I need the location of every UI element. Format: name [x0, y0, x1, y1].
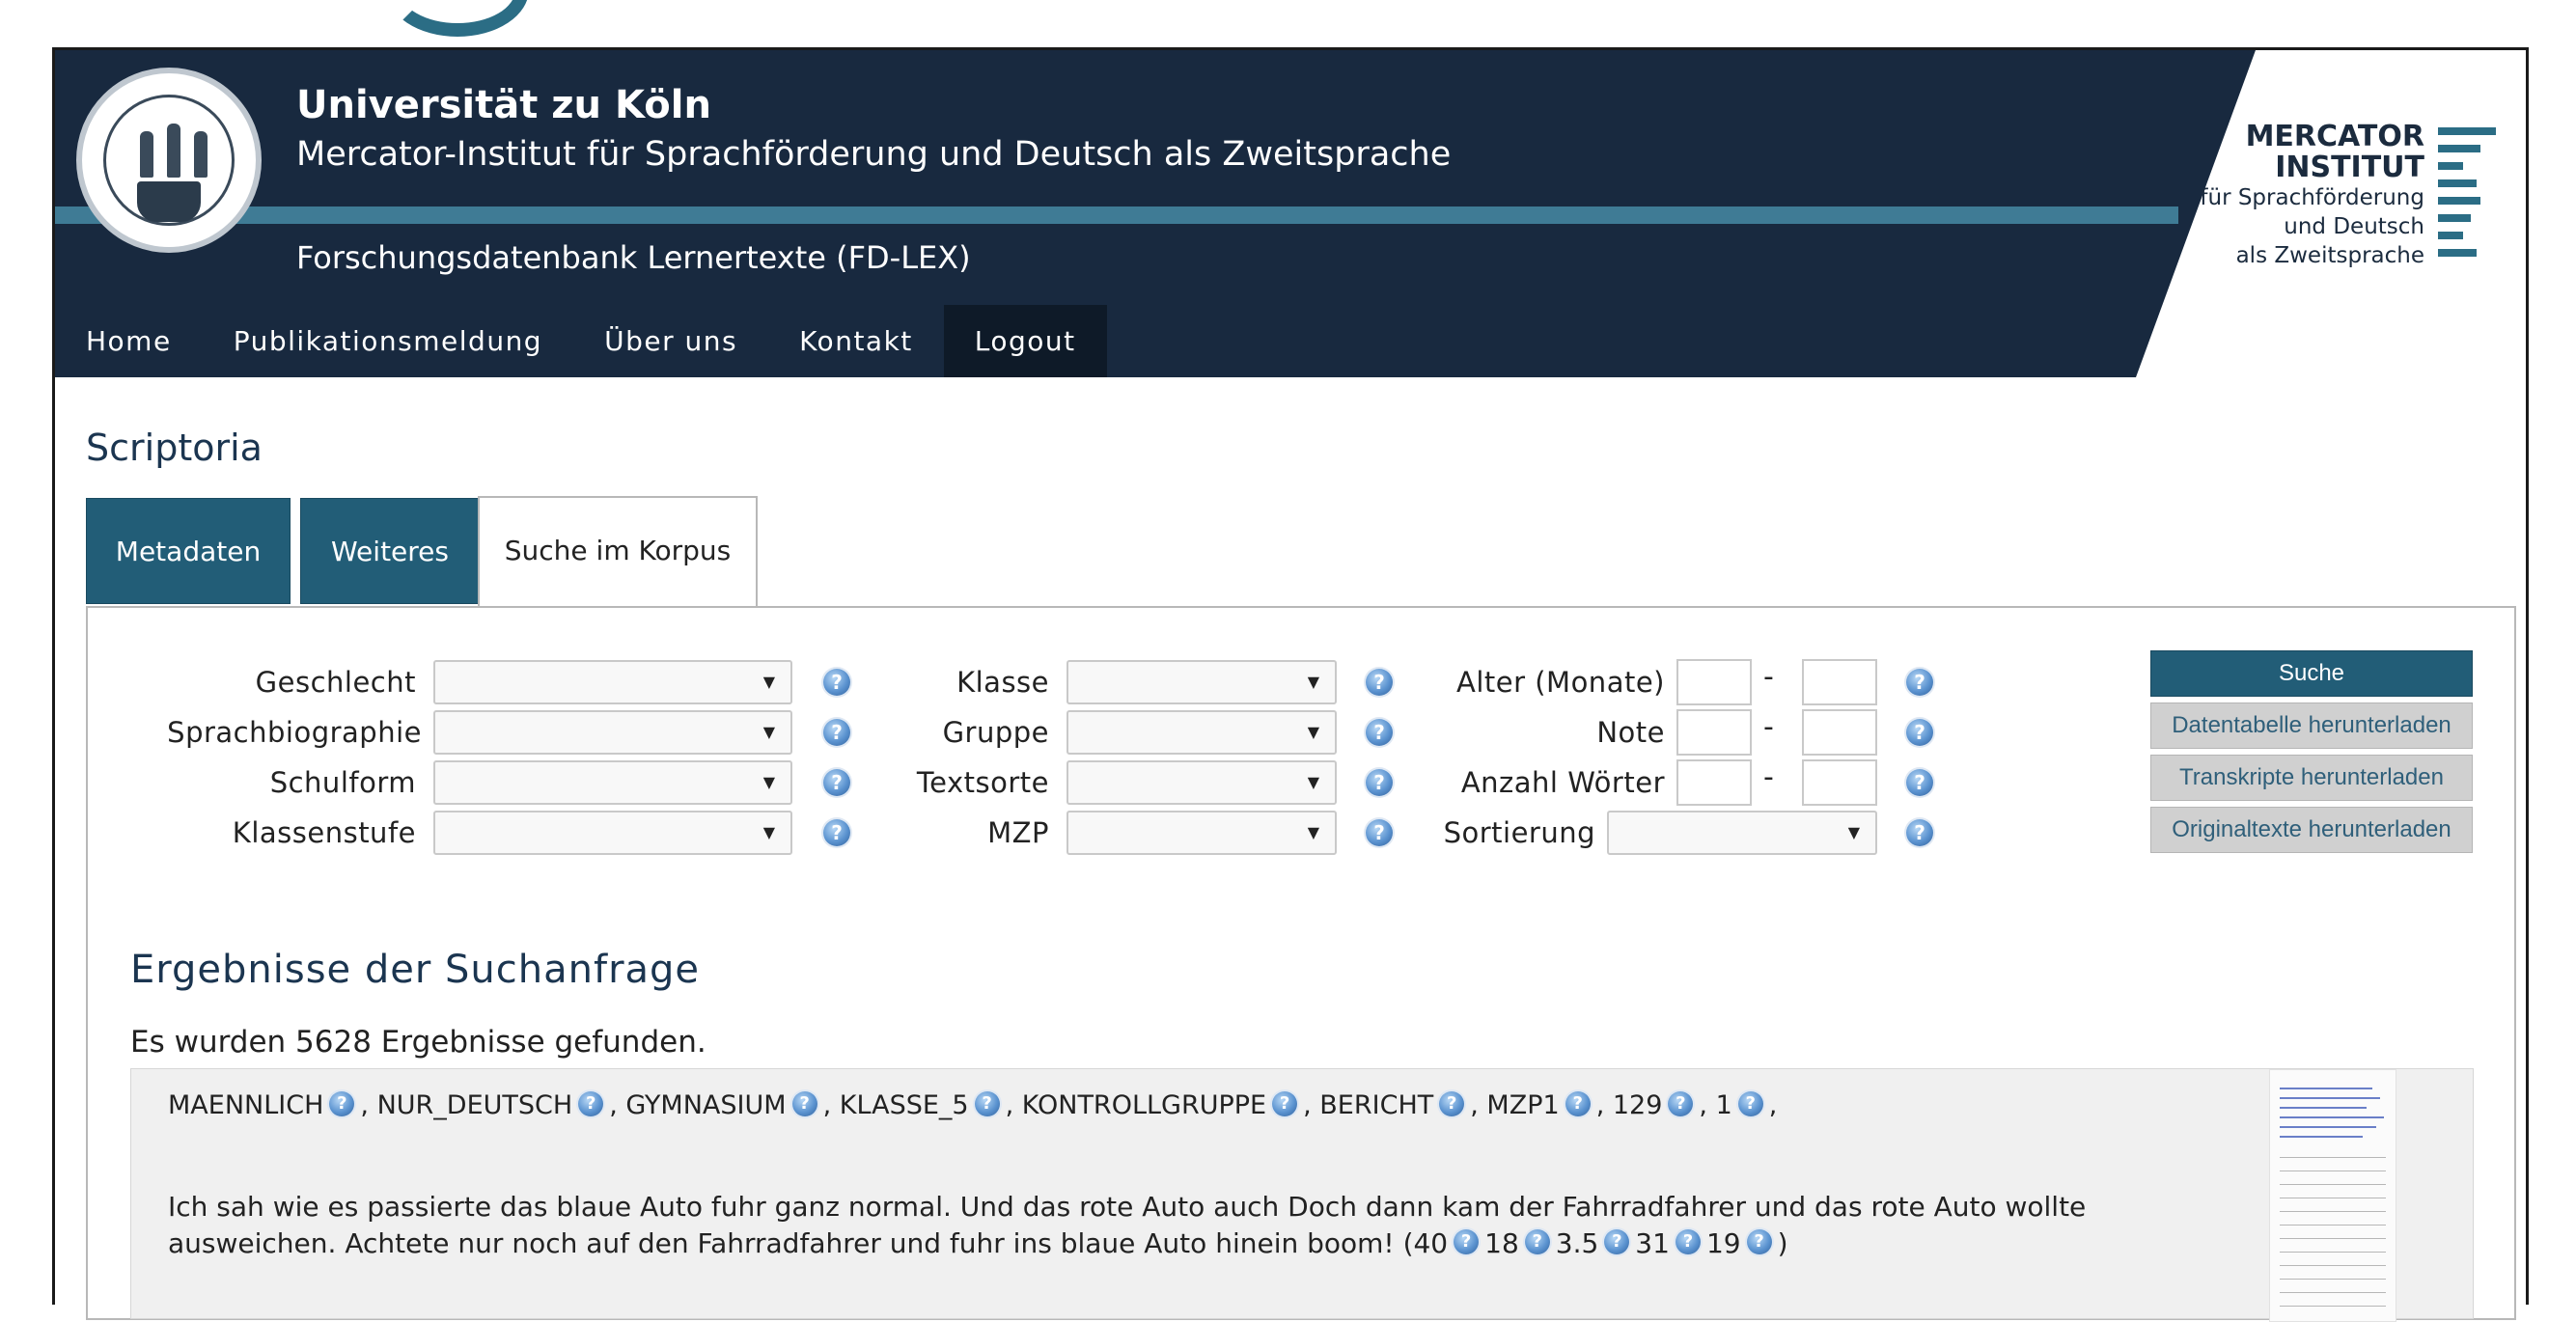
original-text-thumbnail[interactable] [2269, 1069, 2396, 1322]
help-icon[interactable]: ? [1906, 819, 1933, 846]
download-originals-button[interactable]: Originaltexte herunterladen [2150, 807, 2473, 853]
help-icon[interactable]: ? [329, 1090, 355, 1116]
select-sprachbiographie[interactable]: ▼ [433, 710, 792, 755]
results-count: Es wurden 5628 Ergebnisse gefunden. [130, 1025, 706, 1060]
select-schulform[interactable]: ▼ [433, 760, 792, 805]
nav-ueber-uns[interactable]: Über uns [573, 305, 768, 377]
help-icon[interactable]: ? [1906, 669, 1933, 696]
help-icon[interactable]: ? [1366, 669, 1393, 696]
search-button[interactable]: Suche [2150, 650, 2473, 697]
chevron-down-icon: ▼ [762, 773, 775, 791]
label-klassenstufe: Klassenstufe [232, 816, 416, 849]
nav-logout[interactable]: Logout [943, 305, 1107, 377]
chevron-down-icon: ▼ [1307, 773, 1319, 791]
select-gruppe[interactable]: ▼ [1066, 710, 1337, 755]
label-mzp: MZP [987, 816, 1049, 849]
chevron-down-icon: ▼ [762, 823, 775, 841]
tab-metadaten[interactable]: Metadaten [86, 498, 291, 604]
label-gruppe: Gruppe [942, 716, 1049, 749]
alter-min-input[interactable] [1676, 659, 1752, 705]
help-icon[interactable]: ? [1668, 1090, 1694, 1116]
download-transcripts-button[interactable]: Transkripte herunterladen [2150, 755, 2473, 801]
label-note: Note [1596, 716, 1665, 749]
help-icon[interactable]: ? [1366, 719, 1393, 746]
label-textsorte: Textsorte [916, 766, 1049, 799]
help-icon[interactable]: ? [1454, 1229, 1480, 1254]
page-frame: Universität zu Köln Mercator-Institut fü… [52, 47, 2529, 1322]
select-sortierung[interactable]: ▼ [1607, 811, 1877, 855]
chevron-down-icon: ▼ [1307, 723, 1319, 741]
help-icon[interactable]: ? [823, 669, 850, 696]
woerter-max-input[interactable] [1802, 759, 1877, 806]
help-icon[interactable]: ? [1272, 1090, 1298, 1116]
label-klasse: Klasse [956, 666, 1049, 699]
help-icon[interactable]: ? [1906, 769, 1933, 796]
help-icon[interactable]: ? [1524, 1229, 1550, 1254]
mercator-logo[interactable]: MERCATOR INSTITUT für Sprachförderung un… [2183, 120, 2531, 351]
note-min-input[interactable] [1676, 709, 1752, 756]
help-icon[interactable]: ? [823, 819, 850, 846]
site-header: Universität zu Köln Mercator-Institut fü… [55, 50, 2526, 377]
results-title: Ergebnisse der Suchanfrage [130, 948, 701, 992]
label-sortierung: Sortierung [1443, 816, 1595, 849]
university-name: Universität zu Köln [296, 83, 711, 127]
page-title: Scriptoria [86, 427, 263, 469]
help-icon[interactable]: ? [1366, 769, 1393, 796]
help-icon[interactable]: ? [1675, 1229, 1701, 1254]
chevron-down-icon: ▼ [1307, 823, 1319, 841]
help-icon[interactable]: ? [1737, 1090, 1763, 1116]
chevron-down-icon: ▼ [1307, 673, 1319, 691]
help-icon[interactable]: ? [823, 719, 850, 746]
result-text: Ich sah wie es passierte das blaue Auto … [168, 1191, 2087, 1259]
alter-max-input[interactable] [1802, 659, 1877, 705]
result-item[interactable]: MAENNLICH?, NUR_DEUTSCH?, GYMNASIUM?, KL… [130, 1068, 2474, 1322]
help-icon[interactable]: ? [1906, 719, 1933, 746]
help-icon[interactable]: ? [974, 1090, 1000, 1116]
label-anzahl-woerter: Anzahl Wörter [1460, 766, 1665, 799]
label-schulform: Schulform [269, 766, 416, 799]
help-icon[interactable]: ? [1565, 1090, 1591, 1116]
select-klassenstufe[interactable]: ▼ [433, 811, 792, 855]
result-meta: MAENNLICH?, NUR_DEUTSCH?, GYMNASIUM?, KL… [168, 1090, 1778, 1120]
help-icon[interactable]: ? [823, 769, 850, 796]
decorative-arc [386, 0, 529, 37]
main-nav: Home Publikationsmeldung Über uns Kontak… [55, 305, 1107, 377]
label-alter-monate: Alter (Monate) [1455, 666, 1665, 699]
woerter-min-input[interactable] [1676, 759, 1752, 806]
select-textsorte[interactable]: ▼ [1066, 760, 1337, 805]
chevron-down-icon: ▼ [762, 723, 775, 741]
help-icon[interactable]: ? [1439, 1090, 1465, 1116]
nav-home[interactable]: Home [55, 305, 203, 377]
tab-weiteres[interactable]: Weiteres [300, 498, 480, 604]
select-klasse[interactable]: ▼ [1066, 660, 1337, 704]
note-max-input[interactable] [1802, 709, 1877, 756]
nav-kontakt[interactable]: Kontakt [768, 305, 944, 377]
help-icon[interactable]: ? [1746, 1229, 1772, 1254]
university-seal-icon[interactable] [76, 68, 262, 253]
institute-name: Mercator-Institut für Sprachförderung un… [296, 135, 1452, 174]
label-geschlecht: Geschlecht [255, 666, 416, 699]
nav-publikationsmeldung[interactable]: Publikationsmeldung [203, 305, 573, 377]
chevron-down-icon: ▼ [762, 673, 775, 691]
help-icon[interactable]: ? [791, 1090, 817, 1116]
download-table-button[interactable]: Datentabelle herunterladen [2150, 702, 2473, 749]
tab-suche-im-korpus[interactable]: Suche im Korpus [478, 496, 758, 606]
help-icon[interactable]: ? [578, 1090, 604, 1116]
header-stripe [55, 207, 2178, 224]
select-mzp[interactable]: ▼ [1066, 811, 1337, 855]
select-geschlecht[interactable]: ▼ [433, 660, 792, 704]
help-icon[interactable]: ? [1604, 1229, 1630, 1254]
chevron-down-icon: ▼ [1847, 823, 1860, 841]
database-name: Forschungsdatenbank Lernertexte (FD-LEX) [296, 239, 971, 276]
label-sprachbiographie: Sprachbiographie [167, 716, 422, 749]
